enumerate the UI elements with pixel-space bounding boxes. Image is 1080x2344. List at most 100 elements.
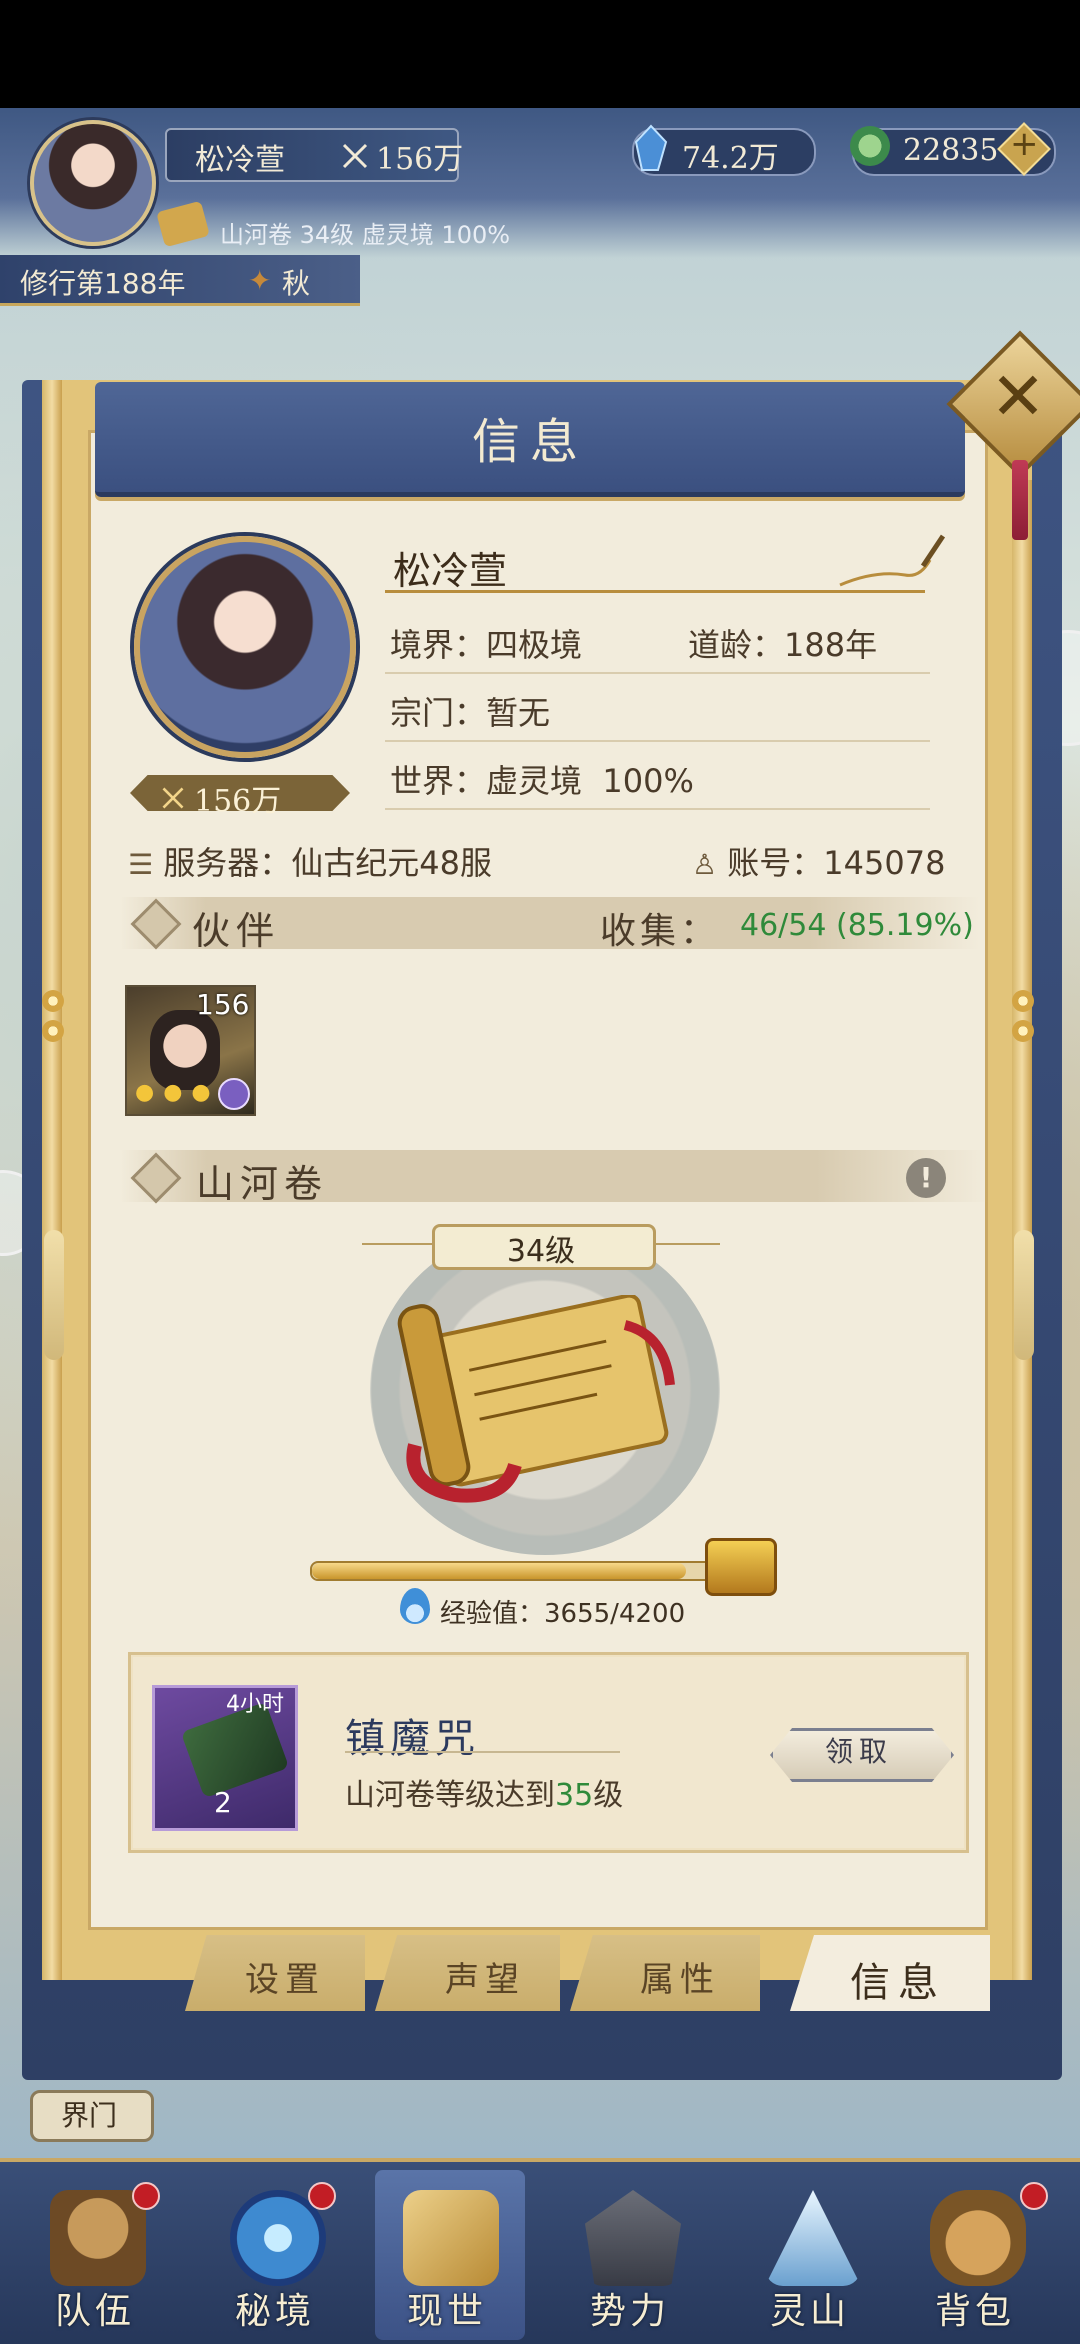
pole-knob [42, 1020, 64, 1042]
info-exclamation-icon[interactable]: ! [906, 1158, 946, 1198]
world-label: 世界： [390, 762, 487, 800]
gold-tassel [1014, 1230, 1034, 1360]
profile-name: 松冷萱 [393, 549, 508, 593]
player-power: 156万 [340, 134, 463, 178]
reward-name: 镇魔咒 [345, 1716, 480, 1762]
age-value: 188年 [784, 626, 878, 664]
account-value: 145078 [823, 844, 946, 882]
reward-underline [345, 1751, 620, 1753]
realm-value: 四极境 [486, 626, 583, 664]
nav-secret-realm-label: 秘境 [235, 2291, 316, 2332]
modal-title: 信息 [471, 414, 588, 470]
server-value: 仙古纪元48服 [291, 844, 493, 882]
cultivation-year: 修行第188年 [20, 267, 186, 300]
bag-icon [930, 2190, 1026, 2286]
close-x-icon[interactable]: ✕ [986, 358, 1050, 435]
nav-faction[interactable]: 势力 [545, 2170, 745, 2340]
faction-palace-icon [585, 2190, 681, 2286]
tab-reputation-label[interactable]: 声望 [445, 1952, 525, 2001]
jade-coin-icon [850, 126, 890, 166]
maple-leaf-icon: ✦ [248, 264, 272, 297]
portal-label[interactable]: 界门 [30, 2094, 148, 2134]
nav-secret-realm[interactable]: 秘境 [190, 2170, 390, 2340]
power-sword-icon [342, 143, 368, 169]
reward-count: 2 [214, 1786, 232, 1819]
exp-label: 经验值： [440, 1599, 545, 1629]
collect-label: 收集： [600, 911, 721, 952]
notification-dot [308, 2182, 336, 2210]
exp-flame-icon [400, 1588, 430, 1624]
player-avatar[interactable] [30, 120, 156, 246]
realm-label: 境界： [390, 626, 487, 664]
account-row: ♙ 账号：145078 [692, 838, 945, 884]
notification-dot [132, 2182, 160, 2210]
player-name: 松冷萱 [195, 143, 285, 178]
world-value: 虚灵境 [486, 762, 583, 800]
spirit-mountain-icon [765, 2190, 861, 2286]
nav-present-world-label: 现世 [407, 2291, 488, 2332]
partner-stars-icon: ● ● ● [135, 1080, 212, 1105]
age-row: 道龄：188年 [688, 620, 877, 666]
partner-level: 156 [196, 988, 250, 1021]
sect-value: 暂无 [486, 694, 551, 732]
pole-knob [1012, 990, 1034, 1012]
account-person-icon: ♙ [692, 848, 718, 881]
player-power-value: 156万 [376, 142, 464, 177]
nav-bag[interactable]: 背包 [880, 2170, 1080, 2340]
nav-bag-label: 背包 [935, 2291, 1016, 2332]
server-row: ☰ 服务器：仙古纪元48服 [128, 838, 492, 884]
exp-text: 经验值：3655/4200 [440, 1593, 685, 1630]
tab-info-label[interactable]: 信息 [850, 1950, 946, 2008]
partner-portrait [150, 1010, 220, 1090]
reward-description: 山河卷等级达到35级 [345, 1770, 623, 1814]
plus-icon: + [1010, 124, 1039, 164]
divider [385, 672, 930, 674]
exp-value: 3655/4200 [544, 1599, 686, 1629]
tab-attributes-label[interactable]: 属性 [640, 1952, 720, 2001]
nav-spirit-mountain-label: 灵山 [770, 2291, 851, 2332]
jade-value: 22835 [903, 133, 999, 168]
brush-icon [839, 534, 945, 587]
reward-duration: 4小时 [226, 1692, 284, 1717]
gold-tassel [44, 1230, 64, 1360]
reward-desc-level: 35 [555, 1778, 594, 1813]
team-hat-icon [50, 2190, 146, 2286]
profile-power: 156万 [160, 776, 281, 820]
profile-power-value: 156万 [194, 784, 282, 819]
sect-row: 宗门：暂无 [390, 688, 550, 734]
partners-title: 伙伴 [192, 909, 281, 953]
server-list-icon: ☰ [128, 848, 154, 881]
spirit-stone-value: 74.2万 [682, 141, 779, 176]
scroll-status: 山河卷 34级 虚灵境 100% [220, 221, 511, 249]
nav-faction-label: 势力 [590, 2291, 671, 2332]
scroll-title: 山河卷 [196, 1162, 329, 1206]
season: 秋 [282, 267, 311, 300]
level-line [362, 1243, 434, 1245]
tab-settings-label[interactable]: 设置 [245, 1952, 325, 2001]
scroll-pole-left [42, 380, 62, 1980]
reward-desc-suffix: 级 [593, 1778, 624, 1813]
nav-present-world[interactable]: 现世 [375, 2170, 525, 2340]
sect-label: 宗门： [390, 694, 487, 732]
notification-dot [1020, 2182, 1048, 2210]
pole-knob [1012, 1020, 1034, 1042]
spirit-crystal-icon [634, 124, 668, 171]
red-tassel [1012, 460, 1028, 540]
divider [385, 740, 930, 742]
exp-progress-fill [312, 1563, 686, 1579]
divider [385, 808, 930, 810]
nav-team[interactable]: 队伍 [0, 2170, 200, 2340]
treasure-chest-icon[interactable] [705, 1538, 777, 1596]
collect-value: 46/54 (85.19%) [740, 908, 974, 943]
claim-button-label[interactable]: 领取 [770, 1731, 948, 1773]
scroll-level: 34级 [506, 1234, 576, 1269]
world-progress: 100% [602, 762, 694, 800]
server-label: 服务器： [163, 844, 292, 882]
power-sword-icon [162, 787, 184, 809]
pole-knob [42, 990, 64, 1012]
age-label: 道龄： [688, 626, 785, 664]
status-bar [0, 0, 1080, 108]
reward-desc-prefix: 山河卷等级达到 [345, 1778, 555, 1813]
level-line [648, 1243, 720, 1245]
world-row: 世界：虚灵境 100% [390, 756, 694, 802]
